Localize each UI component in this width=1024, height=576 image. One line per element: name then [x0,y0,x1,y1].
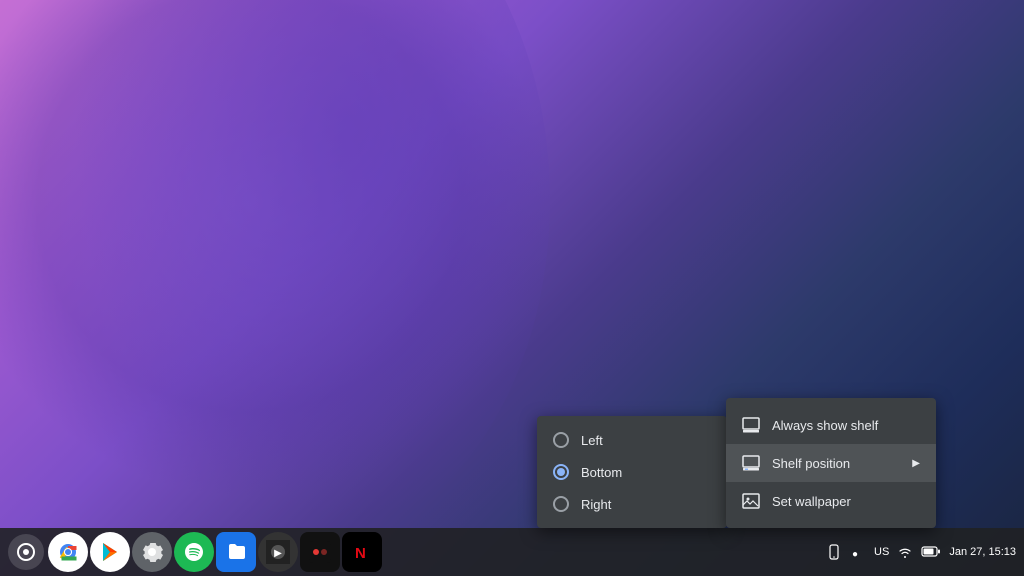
clock-label: Jan 27, 15:13 [949,546,1016,558]
svg-text:N: N [355,545,366,562]
shelf-context-menu: Always show shelf Shelf position ▶ [726,398,936,528]
always-show-shelf-icon [742,416,760,434]
phone-icon [826,544,842,560]
chrome-app-icon[interactable] [48,532,88,572]
position-right-option[interactable]: Right [537,488,727,520]
settings-app-icon[interactable] [132,532,172,572]
position-bottom-option[interactable]: Bottom [537,456,727,488]
set-wallpaper-label: Set wallpaper [772,494,851,509]
shelf-apps: ▶ N [48,532,382,572]
set-wallpaper-item[interactable]: Set wallpaper [726,482,936,520]
files-app-icon[interactable] [216,532,256,572]
shelf-position-icon [742,454,760,472]
always-show-shelf-label: Always show shelf [772,418,878,433]
shelf-position-item[interactable]: Shelf position ▶ [726,444,936,482]
locale-label: US [874,546,889,558]
shelf-position-arrow: ▶ [912,458,920,469]
spotify-app-icon[interactable] [174,532,214,572]
desktop: Left Bottom Right Always show shelf [0,0,1024,576]
position-right-radio [553,496,569,512]
shelf: ▶ N [0,528,1024,576]
signal-icon: ● [850,544,866,560]
app7-icon[interactable] [300,532,340,572]
svg-text:▶: ▶ [274,548,282,559]
svg-text:●: ● [852,549,858,560]
position-bottom-radio [553,464,569,480]
launcher-button[interactable] [8,534,44,570]
position-left-label: Left [581,433,603,448]
position-left-option[interactable]: Left [537,424,727,456]
app6-icon[interactable]: ▶ [258,532,298,572]
shelf-position-label: Shelf position [772,456,850,471]
always-show-shelf-item[interactable]: Always show shelf [726,406,936,444]
wifi-icon [897,544,913,560]
position-left-radio [553,432,569,448]
play-store-app-icon[interactable] [90,532,130,572]
battery-icon [921,544,941,560]
shelf-status-area[interactable]: ● US Jan 27, 15:13 [826,544,1016,560]
shelf-position-submenu: Left Bottom Right [537,416,727,528]
position-right-label: Right [581,497,611,512]
netflix-app-icon[interactable]: N [342,532,382,572]
set-wallpaper-icon [742,492,760,510]
position-bottom-label: Bottom [581,465,622,480]
